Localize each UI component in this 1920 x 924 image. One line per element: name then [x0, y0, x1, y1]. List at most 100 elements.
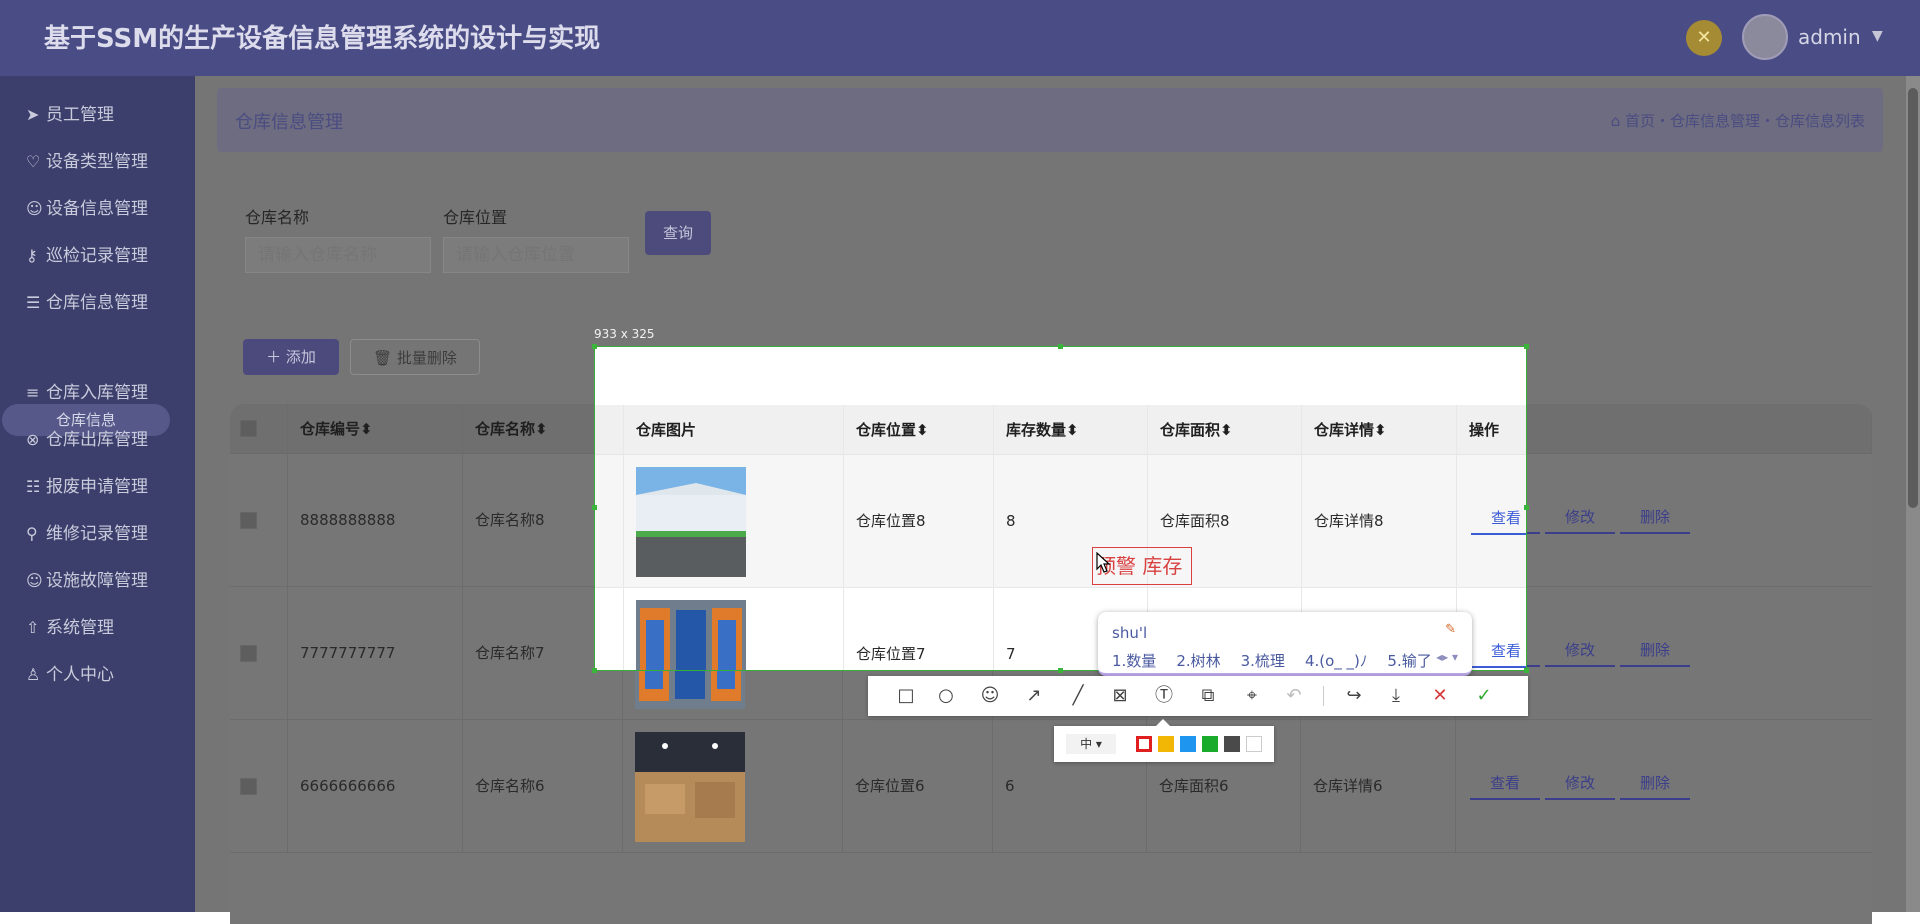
ellipse-icon[interactable]: ○ [934, 684, 958, 708]
ime-candidate[interactable]: 4.(o_ _)ﾉ [1305, 652, 1367, 670]
resize-handle[interactable] [1058, 668, 1063, 673]
sidebar-item-device-info[interactable]: ☺ 设备信息管理 [26, 194, 148, 224]
ime-candidate-window[interactable]: shu'l ✎ 1.数量 2.树林 3.梳理 4.(o_ _)ﾉ 5.输了 ◂▸ ▾ [1098, 612, 1472, 676]
scrollbar[interactable] [1906, 76, 1920, 912]
edit-button[interactable]: 修改 [1545, 768, 1615, 800]
ime-candidate[interactable]: 3.梳理 [1241, 652, 1285, 670]
ime-candidate[interactable]: 2.树林 [1176, 652, 1220, 670]
sidebar-item-fault[interactable]: ☺ 设施故障管理 [26, 566, 148, 596]
cell-id: 8888888888 [288, 454, 463, 587]
resize-handle[interactable] [1058, 344, 1063, 349]
warehouse-image [636, 467, 746, 577]
username[interactable]: admin [1798, 25, 1861, 49]
font-size-select[interactable]: 中 ▾ [1066, 734, 1116, 754]
ime-page-arrows-icon[interactable]: ◂▸ ▾ [1436, 650, 1458, 664]
up-circle-icon: ⇧ [26, 618, 40, 637]
scrollbar-thumb[interactable] [1908, 88, 1918, 508]
undo-icon[interactable]: ↶ [1282, 684, 1306, 708]
delete-button[interactable]: 删除 [1620, 768, 1690, 800]
key-icon: ⚷ [26, 246, 38, 265]
sidebar-item-warehouse[interactable]: ☰ 仓库信息管理 [26, 288, 148, 318]
warehouse-position-input[interactable] [443, 237, 629, 273]
rect-icon[interactable]: □ [894, 684, 918, 708]
sidebar-item-device-type[interactable]: ♡ 设备类型管理 [26, 147, 148, 177]
color-swatch-yellow[interactable] [1158, 736, 1174, 752]
resize-handle[interactable] [1524, 344, 1529, 349]
chevron-down-icon[interactable]: ▼ [1872, 28, 1883, 44]
color-swatch-green[interactable] [1202, 736, 1218, 752]
select-all-checkbox[interactable] [240, 420, 257, 437]
arrow-icon[interactable]: ↗ [1022, 684, 1046, 708]
avatar[interactable] [1742, 14, 1788, 60]
ime-candidates: 1.数量 2.树林 3.梳理 4.(o_ _)ﾉ 5.输了 [1112, 650, 1452, 671]
text-icon[interactable]: Ⓣ [1152, 684, 1176, 708]
sort-icon[interactable]: ⬍ [360, 420, 373, 438]
row-checkbox[interactable] [240, 778, 257, 795]
color-swatch-red[interactable] [1136, 736, 1152, 752]
download-icon[interactable]: ⤓ [1384, 684, 1408, 708]
delete-button[interactable]: 删除 [1620, 635, 1690, 667]
close-icon[interactable]: ✕ [1428, 684, 1452, 708]
sidebar-item-system[interactable]: ⇧ 系统管理 [26, 613, 114, 643]
query-button[interactable]: 查询 [645, 211, 711, 255]
warehouse-image [635, 732, 745, 842]
row-checkbox-cell [230, 587, 288, 720]
sidebar-item-repair[interactable]: ⚲ 维修记录管理 [26, 519, 148, 549]
home-icon[interactable]: ⌂ [1611, 112, 1625, 130]
ocr-icon[interactable]: ⌖ [1240, 684, 1264, 708]
emoji-icon[interactable]: ☺ [978, 684, 1002, 708]
color-swatch-white[interactable] [1246, 736, 1262, 752]
column-header[interactable]: 仓库编号⬍ [288, 404, 463, 454]
color-swatch-gray[interactable] [1224, 736, 1240, 752]
color-swatch-blue[interactable] [1180, 736, 1196, 752]
batch-delete-button[interactable]: 🗑 批量删除 [350, 339, 480, 375]
warehouse-name-input[interactable] [245, 237, 431, 273]
ime-logo-icon: ✎ [1445, 622, 1456, 637]
sidebar-item-profile[interactable]: ♙ 个人中心 [26, 660, 114, 690]
delete-button[interactable]: 删除 [1620, 502, 1690, 534]
ime-input: shu'l [1112, 624, 1148, 642]
view-button[interactable]: 查看 [1470, 768, 1540, 800]
warehouse-name-label: 仓库名称 [245, 208, 310, 227]
breadcrumb-path: ⌂ 首页・仓库信息管理・仓库信息列表 [1610, 112, 1865, 130]
ime-candidate[interactable]: 5.输了 [1387, 652, 1431, 670]
fullscreen-icon[interactable]: ✕ [1686, 20, 1722, 56]
resize-handle[interactable] [592, 344, 597, 349]
sidebar-item-inspection[interactable]: ⚷ 巡检记录管理 [26, 241, 148, 271]
line-icon[interactable]: ╱ [1066, 684, 1090, 708]
view-button: 查看 [1471, 636, 1526, 668]
row-actions: 查看修改删除 [1470, 768, 1695, 800]
sort-icon[interactable]: ⬍ [535, 420, 548, 438]
sidebar-item-warehouse-out[interactable]: ⊗ 仓库出库管理 [26, 425, 148, 455]
mosaic-icon[interactable]: ⊠ [1108, 684, 1132, 708]
screenshot-toolbar: □ ○ ☺ ↗ ╱ ⊠ Ⓣ ⧉ ⌖ ↶ ↪ ⤓ ✕ ✓ [868, 676, 1528, 716]
add-button[interactable]: ＋ 添加 [243, 339, 339, 375]
edit-button[interactable]: 修改 [1545, 635, 1615, 667]
column-header: 仓库图片 [624, 405, 844, 455]
row-checkbox[interactable] [240, 645, 257, 662]
row-checkbox-cell [230, 720, 288, 853]
sidebar-item-scrap[interactable]: ☷ 报废申请管理 [26, 472, 148, 502]
resize-handle[interactable] [592, 505, 597, 510]
resize-handle[interactable] [1524, 668, 1529, 673]
ime-candidate[interactable]: 1.数量 [1112, 652, 1156, 670]
resize-handle[interactable] [592, 668, 597, 673]
copy-icon[interactable]: ⧉ [1196, 684, 1220, 708]
cell-name: 仓库名称8 [595, 455, 624, 588]
edit-button[interactable]: 修改 [1545, 502, 1615, 534]
row-checkbox[interactable] [240, 512, 257, 529]
sort-icon: ≡ [26, 383, 40, 402]
check-icon[interactable]: ✓ [1472, 684, 1496, 708]
mouse-cursor-icon [1096, 552, 1111, 573]
column-header: 仓库位置⬍ [844, 405, 994, 455]
cell-detail: 仓库详情8 [1302, 455, 1457, 588]
view-button: 查看 [1471, 503, 1526, 535]
sidebar-item-warehouse-in[interactable]: ≡ 仓库入库管理 [26, 378, 148, 408]
resize-handle[interactable] [1524, 505, 1529, 510]
share-icon[interactable]: ↪ [1342, 684, 1366, 708]
row-actions: 查看修改删除 [1471, 636, 1526, 668]
trash-icon: 🗑 [373, 349, 397, 367]
cell-image [623, 720, 843, 853]
sidebar-item-employee[interactable]: ➤ 员工管理 [26, 100, 114, 130]
breadcrumb: 仓库信息管理 ⌂ 首页・仓库信息管理・仓库信息列表 [217, 88, 1883, 152]
